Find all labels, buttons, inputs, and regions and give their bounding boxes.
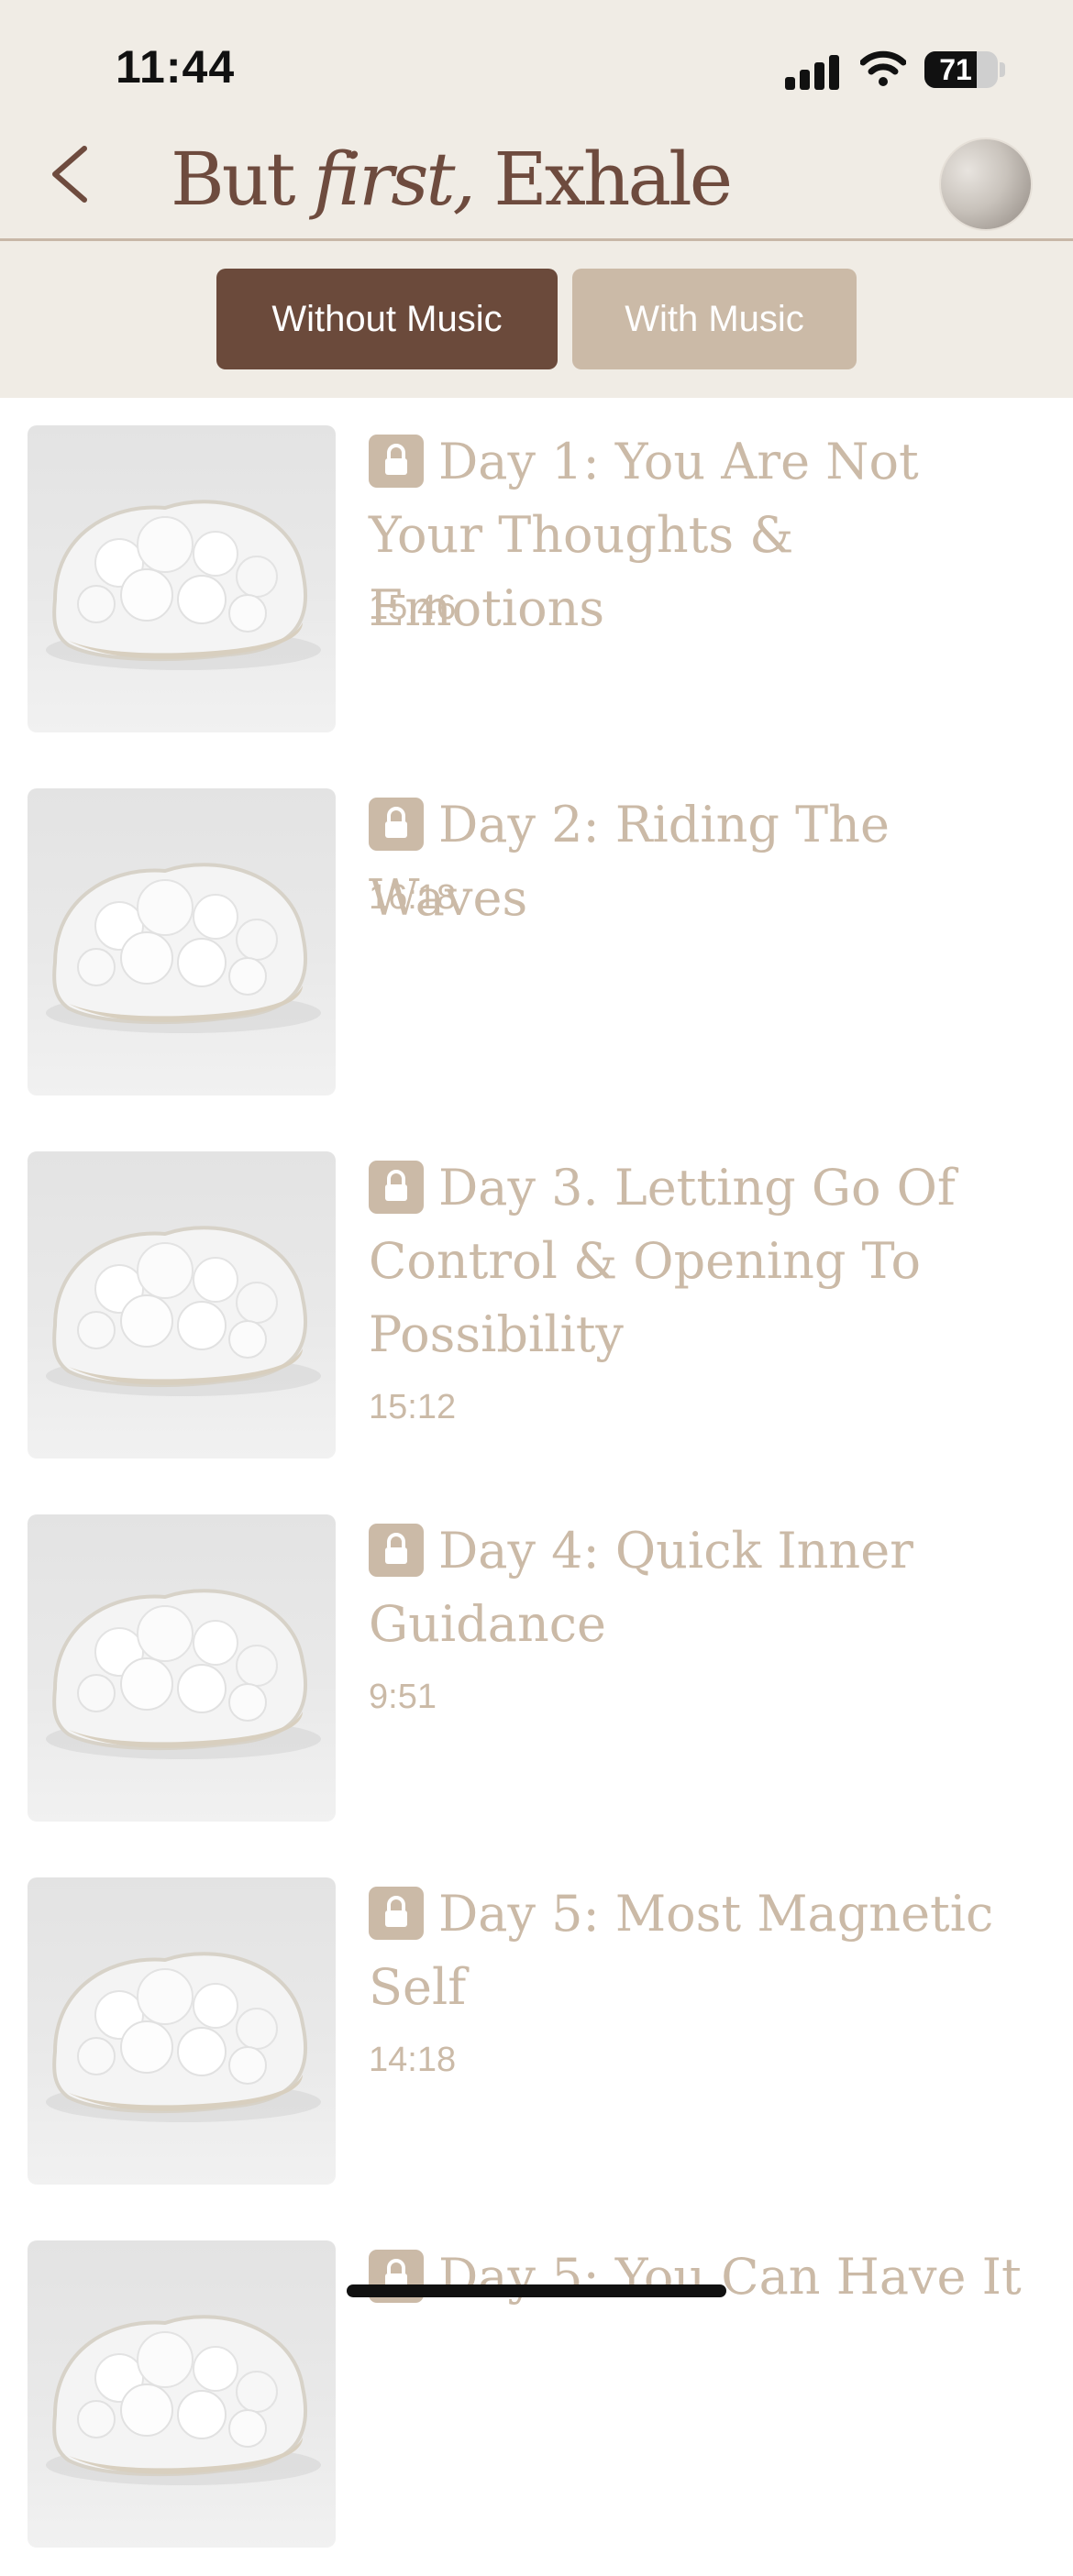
geode-crystal-image bbox=[46, 2315, 321, 2485]
battery-nub bbox=[1000, 62, 1005, 77]
episode-title: Day 2: Riding The Waves bbox=[369, 796, 890, 927]
episode-thumbnail bbox=[28, 1877, 336, 2185]
episode-title: Day 5: Most Magnetic Self bbox=[369, 1885, 994, 2016]
episode-thumbnail bbox=[28, 1151, 336, 1459]
list-item[interactable]: Day 3. Letting Go Of Control & Opening T… bbox=[0, 1124, 1073, 1487]
app-logo: But first, Exhale bbox=[171, 134, 733, 226]
episode-duration: 16:18 bbox=[369, 878, 457, 917]
list-item[interactable]: Day 2: Riding The Waves 16:18 bbox=[0, 761, 1073, 1124]
logo-text-suffix: Exhale bbox=[472, 137, 733, 222]
logo-text-prefix: But bbox=[171, 137, 314, 222]
list-item[interactable]: Day 4: Quick Inner Guidance 9:51 bbox=[0, 1487, 1073, 1850]
list-item[interactable]: Day 5: Most Magnetic Self 14:18 bbox=[0, 1850, 1073, 2213]
episode-thumbnail bbox=[28, 1514, 336, 1822]
geode-crystal-image bbox=[46, 500, 321, 670]
logo-text-italic: first, bbox=[313, 137, 476, 222]
battery-level: 71 bbox=[939, 53, 972, 86]
header-divider bbox=[0, 238, 1073, 241]
episode-duration: 15:46 bbox=[369, 589, 457, 627]
wifi-icon bbox=[860, 50, 906, 86]
geode-crystal-image bbox=[46, 1952, 321, 2122]
home-indicator[interactable] bbox=[347, 2284, 726, 2297]
geode-crystal-image bbox=[46, 863, 321, 1033]
battery-icon: 71 bbox=[924, 51, 998, 88]
list-item[interactable]: Day 1: You Are Not Your Thoughts & Emoti… bbox=[0, 398, 1073, 761]
episode-title: Day 5: You Can Have It bbox=[438, 2248, 1022, 2306]
status-bar: 11:44 71 bbox=[0, 0, 1073, 128]
nav-bar: But first, Exhale bbox=[0, 128, 1073, 238]
episode-title: Day 3. Letting Go Of Control & Opening T… bbox=[369, 1159, 956, 1363]
episode-duration: 14:18 bbox=[369, 2041, 457, 2079]
list-item[interactable]: Day 5: You Can Have It bbox=[0, 2213, 1073, 2576]
episode-title: Day 4: Quick Inner Guidance bbox=[369, 1522, 913, 1653]
top-header-area: 11:44 71 But first, Exhale Without Music… bbox=[0, 0, 1073, 398]
episode-thumbnail bbox=[28, 2240, 336, 2548]
status-time: 11:44 bbox=[116, 41, 236, 93]
back-arrow-icon[interactable] bbox=[37, 138, 110, 211]
geode-crystal-image bbox=[46, 1589, 321, 1759]
episode-duration: 15:12 bbox=[369, 1388, 457, 1426]
geode-crystal-image bbox=[46, 1226, 321, 1396]
with-music-button[interactable]: With Music bbox=[572, 269, 857, 369]
profile-avatar[interactable] bbox=[939, 138, 1033, 231]
episode-title: Day 1: You Are Not Your Thoughts & Emoti… bbox=[369, 433, 919, 637]
without-music-button[interactable]: Without Music bbox=[216, 269, 558, 369]
episode-thumbnail bbox=[28, 788, 336, 1095]
episode-duration: 9:51 bbox=[369, 1678, 437, 1716]
music-toggle: Without Music With Music bbox=[0, 269, 1073, 371]
episode-thumbnail bbox=[28, 425, 336, 732]
cellular-signal-icon bbox=[785, 53, 840, 90]
